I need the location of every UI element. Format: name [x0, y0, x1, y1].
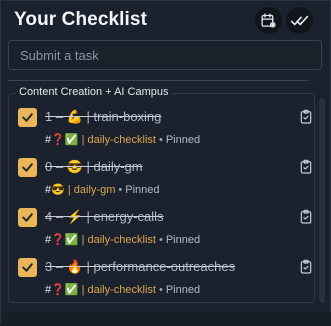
task-item[interactable]: 0 – 😎 | daily-gm #😎 | daily-gm • Pinned [18, 158, 312, 198]
calendar-settings-button[interactable] [255, 7, 282, 34]
pinned-label: Pinned [165, 134, 201, 146]
copy-task-button[interactable] [297, 258, 315, 276]
meta-separator: • [158, 284, 163, 296]
task-emoji-tags: #❓✅ [45, 234, 79, 246]
pinned-label: Pinned [165, 284, 201, 296]
meta-separator: • [158, 134, 163, 146]
task-checkbox[interactable] [18, 258, 37, 277]
clipboard-check-icon [300, 209, 312, 224]
calendar-settings-icon [261, 13, 276, 28]
panel-footer [1, 312, 331, 326]
task-tag: | daily-checklist [81, 134, 156, 146]
check-icon [22, 263, 33, 272]
meta-separator: • [158, 234, 163, 246]
group-label: Content Creation + AI Campus [16, 86, 172, 98]
pinned-label: Pinned [165, 234, 201, 246]
double-check-icon [290, 15, 309, 26]
task-meta: #❓✅ | daily-checklist • Pinned [45, 283, 200, 296]
clipboard-check-icon [300, 109, 312, 124]
check-icon [22, 113, 33, 122]
check-icon [22, 213, 33, 222]
check-icon [22, 163, 33, 172]
task-item[interactable]: 3 – 🔥 | performance-outreaches #❓✅ | dai… [18, 258, 312, 298]
copy-task-button[interactable] [297, 108, 315, 126]
task-emoji-tags: #❓✅ [45, 284, 79, 296]
submit-task-input[interactable] [8, 40, 322, 70]
task-title: 4 – ⚡ | energy-calls [45, 209, 164, 224]
task-meta: #😎 | daily-gm • Pinned [45, 183, 160, 196]
task-meta: #❓✅ | daily-checklist • Pinned [45, 133, 200, 146]
task-checkbox[interactable] [18, 108, 37, 127]
task-emoji-tags: #❓✅ [45, 134, 79, 146]
task-title: 1 – 💪 | train-boxing [45, 109, 162, 124]
task-item[interactable]: 4 – ⚡ | energy-calls #❓✅ | daily-checkli… [18, 208, 312, 248]
header: Your Checklist [14, 7, 324, 34]
divider [8, 80, 308, 81]
task-emoji-tags: #😎 [45, 184, 65, 196]
copy-task-button[interactable] [297, 208, 315, 226]
task-group: Content Creation + AI Campus 1 – 💪 | tra… [8, 86, 315, 303]
task-checkbox[interactable] [18, 158, 37, 177]
pinned-label: Pinned [125, 184, 160, 196]
task-tag: | daily-gm [67, 184, 116, 196]
check-all-button[interactable] [286, 7, 313, 34]
checklist-panel: Your Checklist Content Creation + AI Cam… [0, 0, 331, 326]
clipboard-check-icon [300, 159, 312, 174]
task-title: 0 – 😎 | daily-gm [45, 159, 143, 174]
scrollbar[interactable] [319, 98, 325, 303]
task-checkbox[interactable] [18, 208, 37, 227]
task-meta: #❓✅ | daily-checklist • Pinned [45, 233, 200, 246]
task-tag: | daily-checklist [81, 234, 156, 246]
page-title: Your Checklist [14, 9, 148, 30]
task-title: 3 – 🔥 | performance-outreaches [45, 259, 236, 274]
clipboard-check-icon [300, 259, 312, 274]
task-item[interactable]: 1 – 💪 | train-boxing #❓✅ | daily-checkli… [18, 108, 312, 148]
copy-task-button[interactable] [297, 158, 315, 176]
task-tag: | daily-checklist [81, 284, 156, 296]
meta-separator: • [118, 184, 123, 196]
